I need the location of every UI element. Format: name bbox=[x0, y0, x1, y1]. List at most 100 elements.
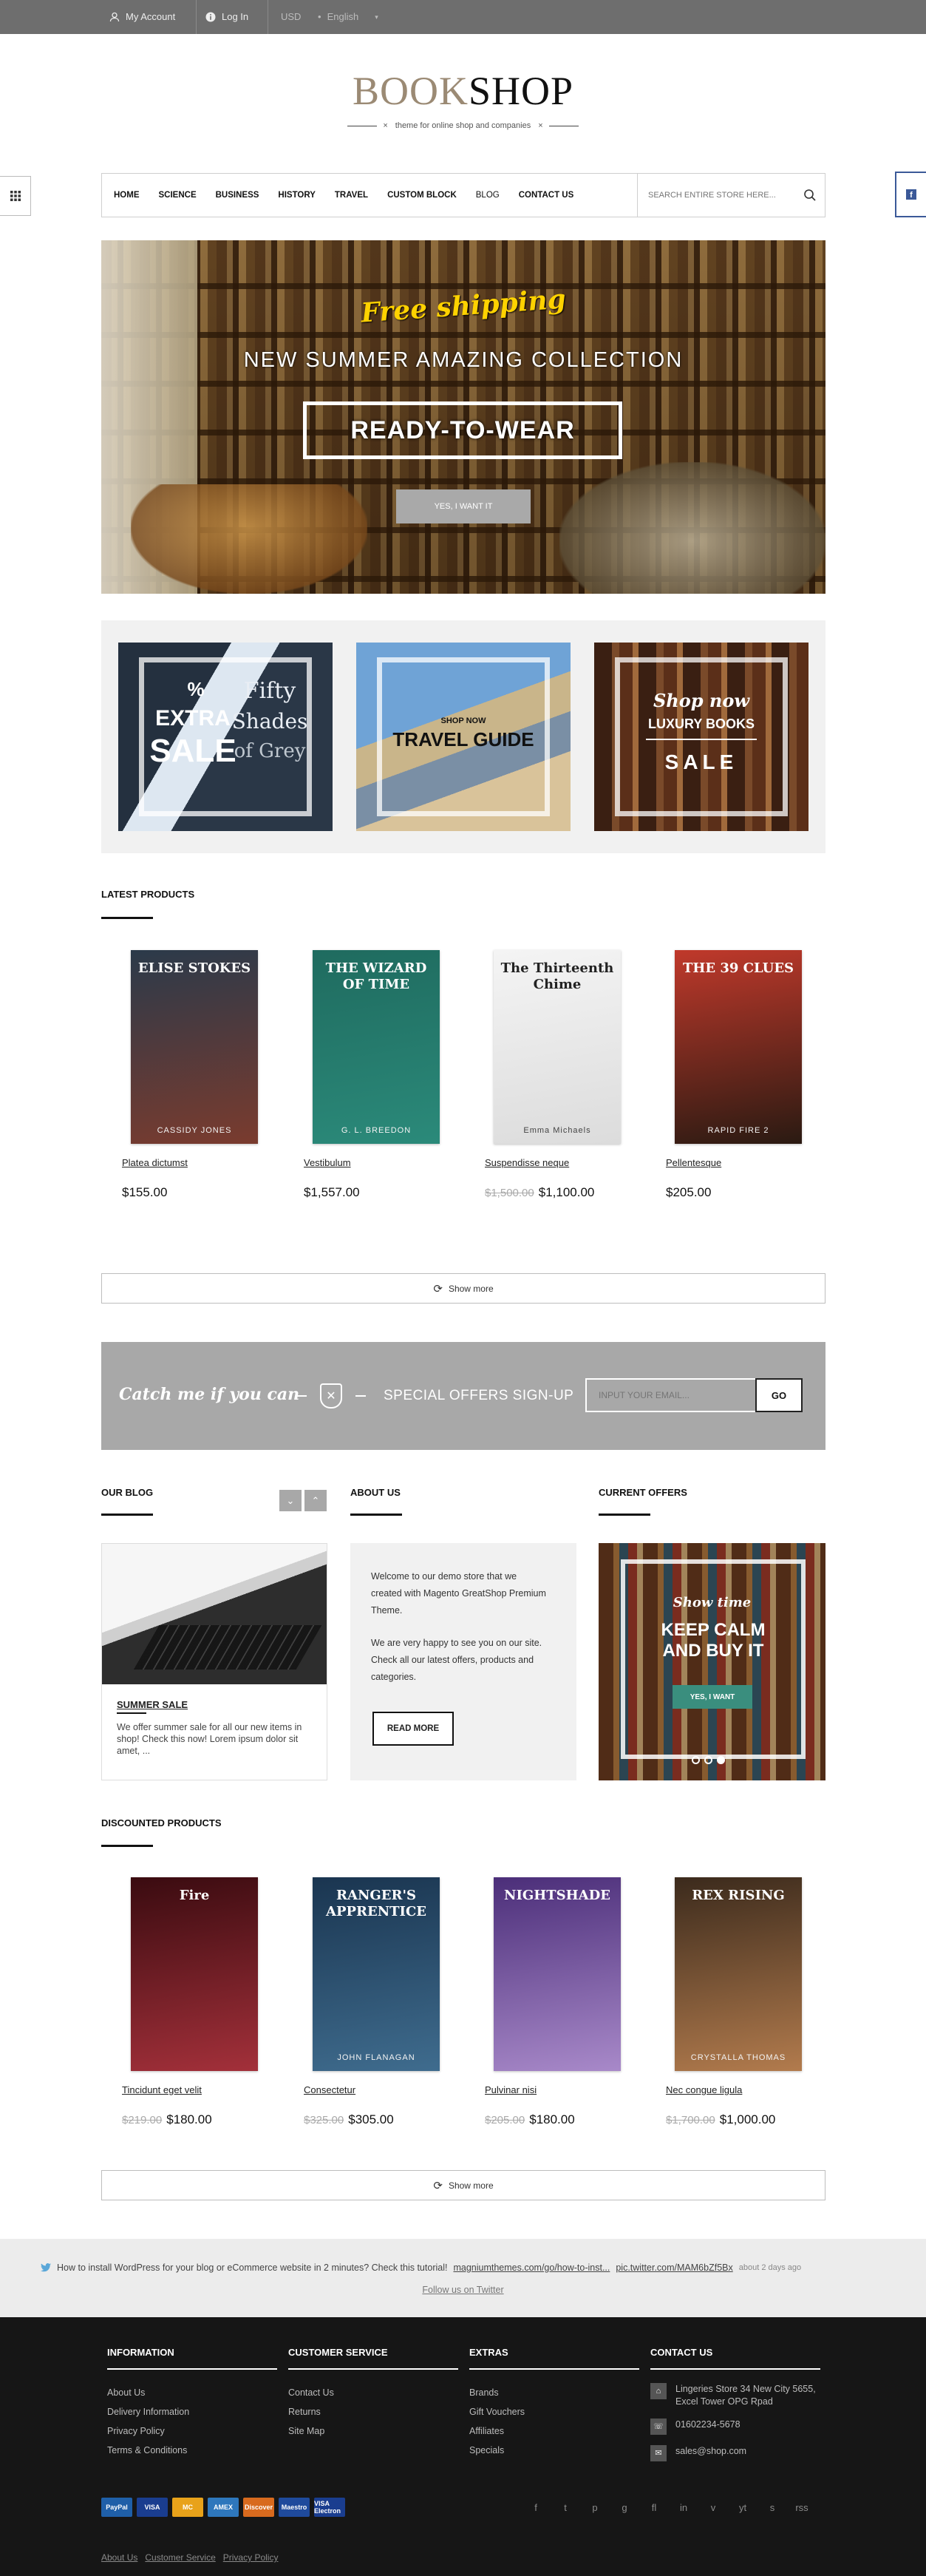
social-rss-icon[interactable]: rss bbox=[794, 2502, 809, 2513]
footer-link[interactable]: Specials bbox=[469, 2441, 639, 2460]
logo-part-book: BOOK bbox=[352, 69, 469, 113]
login-link[interactable]: Log In bbox=[205, 0, 248, 34]
banner-fifty-shades[interactable]: % EXTRA SALE Fifty Shades of Grey bbox=[118, 643, 333, 831]
hero-ready-text: READY-TO-WEAR bbox=[350, 416, 575, 444]
slider-dot[interactable] bbox=[704, 1756, 712, 1764]
product-old-price: $1,700.00 bbox=[666, 2114, 715, 2126]
product-image[interactable]: Fire bbox=[131, 1877, 258, 2071]
nav-item-travel[interactable]: TRAVEL bbox=[335, 191, 368, 200]
social-v-icon[interactable]: v bbox=[706, 2502, 721, 2513]
product-image[interactable]: THE 39 CLUES RAPID FIRE 2 bbox=[675, 950, 802, 1144]
read-more-button[interactable]: READ MORE bbox=[372, 1712, 454, 1746]
book-cover-author: Emma Michaels bbox=[523, 1126, 591, 1135]
product-name-link[interactable]: Nec congue ligula bbox=[666, 2084, 742, 2095]
discounted-show-more-button[interactable]: ⟳ Show more bbox=[101, 2170, 825, 2200]
blog-next-button[interactable]: ⌃ bbox=[304, 1490, 327, 1511]
product-price: $325.00 $305.00 bbox=[304, 2112, 394, 2127]
product-name-link[interactable]: Consectetur bbox=[304, 2084, 355, 2095]
site-logo[interactable]: BOOKSHOP bbox=[0, 68, 926, 114]
tweet-text: How to install WordPress for your blog o… bbox=[57, 2263, 448, 2273]
blog-prev-button[interactable]: ⌄ bbox=[279, 1490, 302, 1511]
footer-link[interactable]: Contact Us bbox=[288, 2383, 458, 2402]
nav-item-contact-us[interactable]: CONTACT US bbox=[519, 191, 574, 200]
social-g-icon[interactable]: g bbox=[617, 2502, 632, 2513]
footer-email[interactable]: sales@shop.com bbox=[675, 2445, 746, 2458]
latest-show-more-button[interactable]: ⟳ Show more bbox=[101, 1273, 825, 1304]
nav-item-business[interactable]: BUSINESS bbox=[216, 191, 259, 200]
banner-luxury-title: LUXURY BOOKS bbox=[647, 716, 755, 731]
newsletter-go-button[interactable]: GO bbox=[755, 1378, 803, 1412]
main-navigation: HOME SCIENCE BUSINESS HISTORY TRAVEL CUSTOM B… bbox=[101, 173, 825, 217]
social-s-icon[interactable]: s bbox=[765, 2502, 780, 2513]
language-select[interactable]: • English ▾ bbox=[318, 0, 378, 34]
search-icon[interactable] bbox=[803, 189, 817, 202]
currency-value: USD bbox=[281, 11, 302, 22]
search-box bbox=[637, 174, 825, 217]
product-image[interactable]: REX RISING CRYSTALLA THOMAS bbox=[675, 1877, 802, 2071]
heading-underline bbox=[599, 1514, 650, 1516]
footer-link[interactable]: Terms & Conditions bbox=[107, 2441, 277, 2460]
product-image[interactable]: The Thirteenth Chime Emma Michaels bbox=[494, 950, 621, 1144]
offers-slider[interactable]: Show time KEEP CALM AND BUY IT YES, I WA… bbox=[599, 1543, 825, 1780]
product-image[interactable]: NIGHTSHADE bbox=[494, 1877, 621, 2071]
tweet-link[interactable]: magniumthemes.com/go/how-to-inst... bbox=[453, 2263, 610, 2273]
product-image[interactable]: THE WIZARD OF TIME G. L. BREEDON bbox=[313, 950, 440, 1144]
social-links: f t p g fl in v yt s rss bbox=[528, 2502, 809, 2513]
follow-twitter-link[interactable]: Follow us on Twitter bbox=[0, 2285, 926, 2295]
nav-item-science[interactable]: SCIENCE bbox=[159, 191, 197, 200]
blog-post-title[interactable]: SUMMER SALE bbox=[117, 1699, 188, 1710]
banner-travel-guide[interactable]: SHOP NOW TRAVEL GUIDE bbox=[356, 643, 571, 831]
hero-cta-button[interactable]: YES, I WANT IT bbox=[396, 489, 531, 523]
social-yt-icon[interactable]: yt bbox=[735, 2502, 750, 2513]
social-t-icon[interactable]: t bbox=[558, 2502, 573, 2513]
footer-bottom-link[interactable]: Customer Service bbox=[145, 2552, 215, 2563]
social-fl-icon[interactable]: fl bbox=[647, 2502, 661, 2513]
footer-link[interactable]: Privacy Policy bbox=[107, 2421, 277, 2441]
product-name-link[interactable]: Suspendisse neque bbox=[485, 1157, 569, 1168]
footer-link[interactable]: Delivery Information bbox=[107, 2402, 277, 2421]
footer-link[interactable]: Affiliates bbox=[469, 2421, 639, 2441]
my-account-link[interactable]: My Account bbox=[109, 0, 175, 34]
footer-link[interactable]: Brands bbox=[469, 2383, 639, 2402]
social-in-icon[interactable]: in bbox=[676, 2502, 691, 2513]
heading-underline bbox=[101, 1845, 153, 1847]
currency-select[interactable]: USD bbox=[281, 0, 301, 34]
product-name-link[interactable]: Tincidunt eget velit bbox=[122, 2084, 202, 2095]
banner-luxury-books[interactable]: Shop now LUXURY BOOKS SALE bbox=[594, 643, 808, 831]
grid-menu-button[interactable] bbox=[0, 176, 31, 216]
chevron-down-icon: ⌄ bbox=[286, 1494, 295, 1506]
product-name-link[interactable]: Pulvinar nisi bbox=[485, 2084, 537, 2095]
social-f-icon[interactable]: f bbox=[528, 2502, 543, 2513]
footer-link[interactable]: Site Map bbox=[288, 2421, 458, 2441]
footer-link[interactable]: Gift Vouchers bbox=[469, 2402, 639, 2421]
newsletter-email-input[interactable] bbox=[585, 1378, 755, 1412]
footer-link[interactable]: About Us bbox=[107, 2383, 277, 2402]
twitter-icon bbox=[41, 2263, 51, 2272]
footer-customer-service-title: CUSTOMER SERVICE bbox=[288, 2347, 458, 2370]
footer-bottom-link[interactable]: Privacy Policy bbox=[223, 2552, 279, 2563]
facebook-side-button[interactable]: f bbox=[895, 172, 926, 217]
footer-link[interactable]: Returns bbox=[288, 2402, 458, 2421]
search-input[interactable] bbox=[648, 191, 796, 200]
laptop-image[interactable] bbox=[102, 1544, 327, 1684]
slider-dot[interactable] bbox=[692, 1756, 700, 1764]
social-p-icon[interactable]: p bbox=[588, 2502, 602, 2513]
payment-visa-electron-icon: VISA Electron bbox=[314, 2498, 345, 2517]
footer-bottom-link[interactable]: About Us bbox=[101, 2552, 137, 2563]
product-name-link[interactable]: Vestibulum bbox=[304, 1157, 351, 1168]
nav-item-blog[interactable]: BLOG bbox=[476, 191, 500, 200]
slider-dot-active[interactable] bbox=[717, 1756, 725, 1764]
product-name-link[interactable]: Pellentesque bbox=[666, 1157, 721, 1168]
product-current-price: $1,000.00 bbox=[719, 2112, 776, 2126]
product-image[interactable]: RANGER'S APPRENTICE JOHN FLANAGAN bbox=[313, 1877, 440, 2071]
offer-show-time: Show time bbox=[673, 1595, 752, 1610]
offer-cta-button[interactable]: YES, I WANT bbox=[673, 1685, 752, 1709]
banner-of-grey: of Grey bbox=[234, 740, 306, 762]
tweet-pic-link[interactable]: pic.twitter.com/MAM6bZf5Bx bbox=[616, 2263, 732, 2273]
nav-item-custom-block[interactable]: CUSTOM BLOCK bbox=[387, 191, 457, 200]
product-image[interactable]: ELISE STOKES CASSIDY JONES bbox=[131, 950, 258, 1144]
logo-tagline: × theme for online shop and companies × bbox=[0, 121, 926, 130]
product-name-link[interactable]: Platea dictumst bbox=[122, 1157, 188, 1168]
nav-item-history[interactable]: HISTORY bbox=[278, 191, 315, 200]
nav-item-home[interactable]: HOME bbox=[114, 191, 140, 200]
